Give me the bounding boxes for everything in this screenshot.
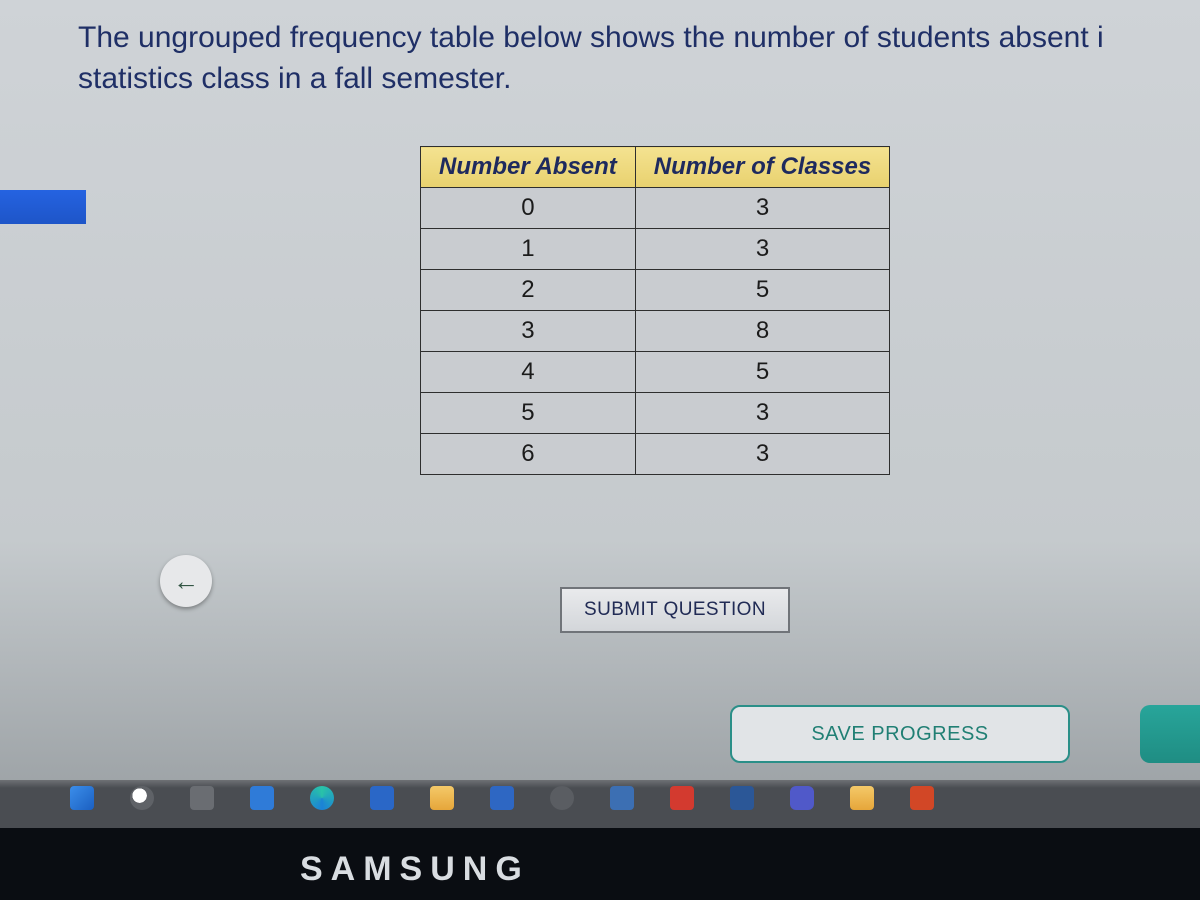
cell-classes: 3: [635, 188, 889, 229]
monitor-brand-label: SAMSUNG: [300, 850, 530, 889]
submit-question-button[interactable]: SUBMIT QUESTION: [560, 587, 790, 633]
cell-classes: 8: [635, 311, 889, 352]
table-row: 4 5: [421, 352, 890, 393]
cell-classes: 5: [635, 270, 889, 311]
word-icon[interactable]: [730, 786, 754, 810]
table-row: 2 5: [421, 270, 890, 311]
save-progress-button[interactable]: SAVE PROGRESS: [730, 705, 1070, 763]
table-row: 5 3: [421, 393, 890, 434]
selection-highlight-bar: [0, 190, 86, 224]
cell-absent: 4: [421, 352, 636, 393]
previous-button[interactable]: ←: [160, 555, 212, 607]
search-icon[interactable]: [130, 786, 154, 810]
next-button-partial[interactable]: [1140, 705, 1200, 763]
settings-icon[interactable]: [550, 786, 574, 810]
mail-icon[interactable]: [250, 786, 274, 810]
cell-classes: 5: [635, 352, 889, 393]
cell-absent: 3: [421, 311, 636, 352]
table-row: 1 3: [421, 229, 890, 270]
cell-absent: 1: [421, 229, 636, 270]
pdf-icon[interactable]: [670, 786, 694, 810]
cell-absent: 6: [421, 434, 636, 475]
edge-icon[interactable]: [310, 786, 334, 810]
teams-icon[interactable]: [790, 786, 814, 810]
cell-classes: 3: [635, 393, 889, 434]
cell-absent: 2: [421, 270, 636, 311]
table-row: 3 8: [421, 311, 890, 352]
question-prompt: The ungrouped frequency table below show…: [78, 18, 1190, 99]
arrow-left-icon: ←: [173, 566, 199, 597]
table-header-classes: Number of Classes: [635, 147, 889, 188]
cell-absent: 5: [421, 393, 636, 434]
monitor-bezel: [0, 828, 1200, 900]
photos-icon[interactable]: [490, 786, 514, 810]
windows-start-icon[interactable]: [70, 786, 94, 810]
table-row: 0 3: [421, 188, 890, 229]
folder-icon[interactable]: [850, 786, 874, 810]
security-icon[interactable]: [610, 786, 634, 810]
windows-taskbar[interactable]: [0, 780, 1200, 828]
frequency-table: Number Absent Number of Classes 0 3 1 3 …: [420, 146, 890, 475]
cell-classes: 3: [635, 434, 889, 475]
powerpoint-icon[interactable]: [910, 786, 934, 810]
table-header-absent: Number Absent: [421, 147, 636, 188]
file-explorer-icon[interactable]: [430, 786, 454, 810]
store-icon[interactable]: [370, 786, 394, 810]
table-row: 6 3: [421, 434, 890, 475]
cell-classes: 3: [635, 229, 889, 270]
task-view-icon[interactable]: [190, 786, 214, 810]
cell-absent: 0: [421, 188, 636, 229]
